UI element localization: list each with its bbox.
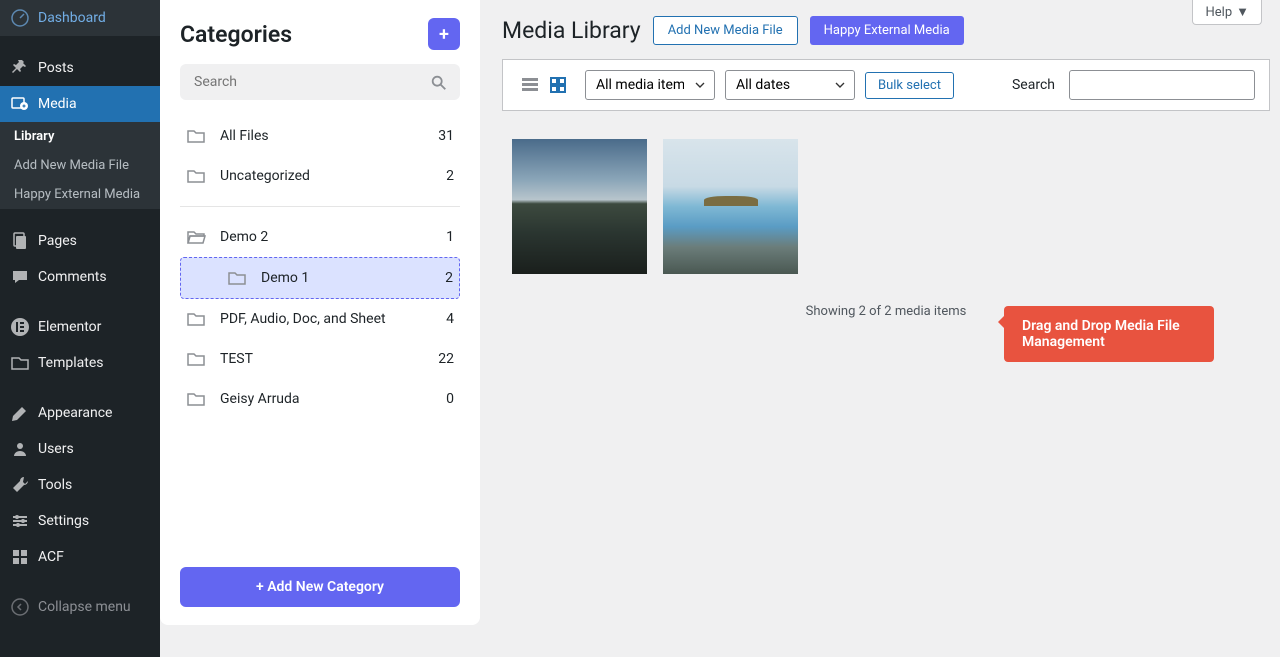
cat-item-pdf-audio[interactable]: PDF, Audio, Doc, and Sheet 4 — [180, 299, 460, 339]
media-grid — [502, 111, 1270, 274]
submenu-happy-external[interactable]: Happy External Media — [0, 180, 160, 209]
folder-icon — [186, 309, 206, 329]
cat-label: Geisy Arruda — [220, 391, 432, 407]
menu-label: Pages — [38, 233, 77, 249]
acf-icon — [10, 547, 30, 567]
pin-icon — [10, 58, 30, 78]
date-filter[interactable]: All dates — [725, 70, 855, 100]
menu-dashboard[interactable]: Dashboard — [0, 0, 160, 36]
menu-label: Tools — [38, 477, 72, 493]
cat-item-uncategorized[interactable]: Uncategorized 2 — [180, 156, 460, 196]
elementor-icon — [10, 317, 30, 337]
menu-label: Media — [38, 96, 77, 112]
menu-label: Users — [38, 441, 74, 457]
media-icon — [10, 94, 30, 114]
folder-icon — [186, 389, 206, 409]
help-label: Help — [1205, 5, 1232, 20]
categories-panel: Categories + All Files 31 Uncategorized … — [160, 0, 480, 625]
cat-item-demo1[interactable]: Demo 1 2 — [180, 257, 460, 299]
menu-label: Templates — [38, 355, 104, 371]
folder-open-icon — [186, 227, 206, 247]
drag-drop-callout: Drag and Drop Media File Management — [1004, 306, 1214, 362]
menu-label: Elementor — [38, 319, 101, 335]
menu-users[interactable]: Users — [0, 431, 160, 467]
bulk-select-button[interactable]: Bulk select — [865, 72, 954, 99]
main-content: Help ▼ Media Library Add New Media File … — [480, 0, 1280, 657]
submenu-library[interactable]: Library — [0, 122, 160, 151]
menu-pages[interactable]: Pages — [0, 223, 160, 259]
media-toolbar: All media items All dates Bulk select Se… — [502, 59, 1270, 111]
comments-icon — [10, 267, 30, 287]
tools-icon — [10, 475, 30, 495]
cat-count: 0 — [446, 391, 454, 407]
add-new-media-button[interactable]: Add New Media File — [653, 16, 798, 45]
settings-icon — [10, 511, 30, 531]
media-submenu: Library Add New Media File Happy Externa… — [0, 122, 160, 209]
submenu-add-new[interactable]: Add New Media File — [0, 151, 160, 180]
cat-count: 22 — [438, 351, 454, 367]
categories-title: Categories — [180, 21, 292, 48]
menu-label: ACF — [38, 549, 64, 565]
media-thumbnail[interactable] — [663, 139, 798, 274]
menu-label: Comments — [38, 269, 107, 285]
menu-acf[interactable]: ACF — [0, 539, 160, 575]
pages-icon — [10, 231, 30, 251]
cat-label: TEST — [220, 351, 424, 367]
menu-settings[interactable]: Settings — [0, 503, 160, 539]
menu-elementor[interactable]: Elementor — [0, 309, 160, 345]
page-title: Media Library — [502, 17, 641, 44]
chevron-down-icon: ▼ — [1236, 4, 1249, 20]
collapse-label: Collapse menu — [38, 599, 131, 615]
appearance-icon — [10, 403, 30, 423]
menu-comments[interactable]: Comments — [0, 259, 160, 295]
menu-label: Appearance — [38, 405, 112, 421]
cat-count: 31 — [438, 128, 454, 144]
category-search-input[interactable] — [180, 64, 460, 100]
search-label: Search — [1012, 77, 1055, 93]
cat-item-geisy[interactable]: Geisy Arruda 0 — [180, 379, 460, 419]
cat-label: PDF, Audio, Doc, and Sheet — [220, 311, 432, 327]
menu-tools[interactable]: Tools — [0, 467, 160, 503]
cat-count: 1 — [446, 229, 454, 245]
menu-appearance[interactable]: Appearance — [0, 395, 160, 431]
menu-templates[interactable]: Templates — [0, 345, 160, 381]
happy-external-media-button[interactable]: Happy External Media — [810, 16, 964, 45]
grid-view-button[interactable] — [545, 72, 571, 98]
cat-count: 2 — [446, 168, 454, 184]
search-icon — [430, 74, 448, 92]
add-category-icon-button[interactable]: + — [428, 18, 460, 50]
menu-label: Settings — [38, 513, 89, 529]
cat-count: 4 — [446, 311, 454, 327]
admin-sidebar: Dashboard Posts Media Library Add New Me… — [0, 0, 160, 657]
users-icon — [10, 439, 30, 459]
media-type-filter[interactable]: All media items — [585, 70, 715, 100]
add-new-category-button[interactable]: + Add New Category — [180, 567, 460, 607]
cat-label: Uncategorized — [220, 168, 432, 184]
list-view-button[interactable] — [517, 72, 543, 98]
folder-icon — [186, 166, 206, 186]
cat-item-all-files[interactable]: All Files 31 — [180, 116, 460, 156]
cat-item-demo2[interactable]: Demo 2 1 — [180, 217, 460, 257]
folder-icon — [186, 349, 206, 369]
cat-label: All Files — [220, 128, 424, 144]
folder-icon — [227, 268, 247, 288]
templates-icon — [10, 353, 30, 373]
menu-media[interactable]: Media — [0, 86, 160, 122]
help-tab[interactable]: Help ▼ — [1192, 0, 1262, 25]
cat-label: Demo 1 — [261, 270, 431, 286]
cat-count: 2 — [445, 270, 453, 286]
cat-label: Demo 2 — [220, 229, 432, 245]
menu-posts[interactable]: Posts — [0, 50, 160, 86]
dashboard-icon — [10, 8, 30, 28]
menu-label: Posts — [38, 60, 74, 76]
folder-icon — [186, 126, 206, 146]
media-thumbnail[interactable] — [512, 139, 647, 274]
collapse-menu[interactable]: Collapse menu — [0, 589, 160, 625]
media-search-input[interactable] — [1069, 70, 1255, 100]
cat-item-test[interactable]: TEST 22 — [180, 339, 460, 379]
collapse-icon — [10, 597, 30, 617]
menu-label: Dashboard — [38, 10, 106, 26]
